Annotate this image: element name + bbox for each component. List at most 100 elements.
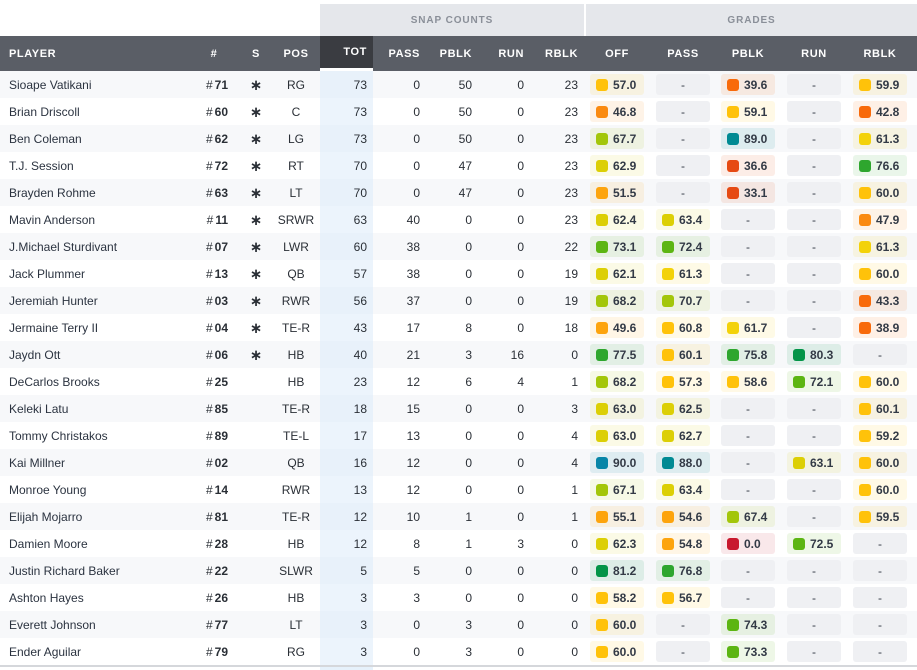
col-header-number[interactable]: # xyxy=(207,36,221,71)
position: LWR xyxy=(283,239,309,254)
col-header-starter[interactable]: S xyxy=(248,36,264,71)
player-name[interactable]: Tommy Christakos xyxy=(9,422,108,449)
table-row[interactable]: Everett Johnson #77 LT 3 0 3 0 0 60.0 - 74… xyxy=(0,611,917,638)
grade-pblk: - xyxy=(721,209,775,230)
col-header-snap-pblk[interactable]: PBLK xyxy=(430,36,472,71)
grade-run: - xyxy=(787,317,841,338)
grade-value: 61.3 xyxy=(679,266,703,281)
table-row[interactable]: Keleki Latu #85 TE-R 18 15 0 0 3 63.0 62.… xyxy=(0,395,917,422)
player-name[interactable]: Brian Driscoll xyxy=(9,98,80,125)
grade-pass: - xyxy=(656,155,710,176)
col-header-grade-pblk[interactable]: PBLK xyxy=(721,36,775,71)
player-name[interactable]: Mavin Anderson xyxy=(9,206,95,233)
player-name[interactable]: Keleki Latu xyxy=(9,395,68,422)
table-row[interactable]: Ender Aguilar #79 RG 3 0 3 0 0 60.0 - 73.3… xyxy=(0,638,917,665)
col-header-grade-run[interactable]: RUN xyxy=(787,36,841,71)
player-name[interactable]: Monroe Young xyxy=(9,476,86,503)
table-row[interactable]: Brayden Rohme #63 ∗ LT 70 0 47 0 23 51.5… xyxy=(0,179,917,206)
player-name[interactable]: Kai Millner xyxy=(9,449,65,476)
snap-rblk: 19 xyxy=(564,266,578,281)
grade-value: 74.3 xyxy=(744,617,768,632)
player-name[interactable]: Damien Moore xyxy=(9,530,88,557)
grade-pblk: 0.0 xyxy=(721,533,775,554)
player-name[interactable]: Jeremiah Hunter xyxy=(9,287,98,314)
grade-run: - xyxy=(787,155,841,176)
table-row[interactable]: Elijah Mojarro #81 TE-R 12 10 1 0 1 55.1… xyxy=(0,503,917,530)
table-row[interactable]: Damien Moore #28 HB 12 8 1 3 0 62.3 54.8 0… xyxy=(0,530,917,557)
hash-symbol: # xyxy=(205,428,213,443)
grade-color-swatch-icon xyxy=(596,429,608,442)
starter-icon xyxy=(248,557,264,584)
table-row[interactable]: Sioape Vatikani #71 ∗ RG 73 0 50 0 23 57… xyxy=(0,71,917,98)
snap-rblk: 1 xyxy=(571,509,578,524)
col-header-tot[interactable]: TOT xyxy=(320,36,373,71)
grade-off: 63.0 xyxy=(590,425,644,446)
column-group-headers: SNAP COUNTS GRADES xyxy=(0,4,917,36)
hash-symbol: # xyxy=(205,374,213,389)
jersey-number: #28 xyxy=(190,530,228,557)
hash-symbol: # xyxy=(205,77,213,92)
hash-symbol: # xyxy=(205,104,213,119)
snap-total: 16 xyxy=(320,449,373,476)
starter-icon: ∗ xyxy=(249,265,263,283)
player-name[interactable]: Brayden Rohme xyxy=(9,179,96,206)
player-name[interactable]: Elijah Mojarro xyxy=(9,503,82,530)
jersey-number: #63 xyxy=(190,179,228,206)
col-header-grade-pass[interactable]: PASS xyxy=(656,36,710,71)
table-row[interactable]: Kai Millner #02 QB 16 12 0 0 4 90.0 88.0 -… xyxy=(0,449,917,476)
table-row[interactable]: Brian Driscoll #60 ∗ C 73 0 50 0 23 46.8… xyxy=(0,98,917,125)
table-row[interactable]: DeCarlos Brooks #25 HB 23 12 6 4 1 68.2 5… xyxy=(0,368,917,395)
grade-value: 73.1 xyxy=(613,239,637,254)
col-header-grade-off[interactable]: OFF xyxy=(590,36,644,71)
col-header-snap-run[interactable]: RUN xyxy=(482,36,524,71)
player-name[interactable]: Jermaine Terry II xyxy=(9,314,98,341)
player-name[interactable]: DeCarlos Brooks xyxy=(9,368,100,395)
jersey-number-value: 85 xyxy=(214,401,228,416)
player-name[interactable]: Jack Plummer xyxy=(9,260,85,287)
grade-color-swatch-icon xyxy=(596,591,608,604)
grade-pblk: 36.6 xyxy=(721,155,775,176)
hash-symbol: # xyxy=(205,482,213,497)
col-header-player[interactable]: PLAYER xyxy=(9,36,56,71)
grade-value: 33.1 xyxy=(744,185,768,200)
jersey-number-value: 07 xyxy=(214,239,228,254)
table-row[interactable]: Ben Coleman #62 ∗ LG 73 0 50 0 23 67.7 - 8… xyxy=(0,125,917,152)
table-row[interactable]: Jeremiah Hunter #03 ∗ RWR 56 37 0 0 19 6… xyxy=(0,287,917,314)
grade-value: 61.7 xyxy=(744,320,768,335)
grade-rblk: 76.6 xyxy=(853,155,907,176)
col-header-snap-rblk[interactable]: RBLK xyxy=(530,36,578,71)
grade-value: 61.3 xyxy=(876,131,900,146)
table-row[interactable]: Mavin Anderson #11 ∗ SRWR 63 40 0 0 23 6… xyxy=(0,206,917,233)
table-row[interactable]: Jermaine Terry II #04 ∗ TE-R 43 17 8 0 1… xyxy=(0,314,917,341)
grade-run: - xyxy=(787,182,841,203)
table-row[interactable]: Monroe Young #14 RWR 13 12 0 0 1 67.1 63.… xyxy=(0,476,917,503)
hash-symbol: # xyxy=(205,320,213,335)
grade-color-swatch-icon xyxy=(662,456,674,469)
player-name[interactable]: Ben Coleman xyxy=(9,125,82,152)
col-header-grade-rblk[interactable]: RBLK xyxy=(853,36,907,71)
table-row[interactable]: Jaydn Ott #06 ∗ HB 40 21 3 16 0 77.5 60.1… xyxy=(0,341,917,368)
player-name[interactable]: T.J. Session xyxy=(9,152,74,179)
hash-symbol: # xyxy=(205,617,213,632)
player-name[interactable]: Sioape Vatikani xyxy=(9,71,92,98)
table-row[interactable]: T.J. Session #72 ∗ RT 70 0 47 0 23 62.9 -… xyxy=(0,152,917,179)
col-header-pos[interactable]: POS xyxy=(276,36,316,71)
col-header-snap-pass[interactable]: PASS xyxy=(378,36,420,71)
player-name[interactable]: Everett Johnson xyxy=(9,611,96,638)
player-name[interactable]: Ender Aguilar xyxy=(9,638,81,665)
table-row[interactable]: Ashton Hayes #26 HB 3 3 0 0 0 58.2 56.7- -… xyxy=(0,584,917,611)
player-name[interactable]: Jaydn Ott xyxy=(9,341,60,368)
table-row[interactable]: Justin Richard Baker #22 SLWR 5 5 0 0 0 … xyxy=(0,557,917,584)
table-row[interactable]: Jack Plummer #13 ∗ QB 57 38 0 0 19 62.1 6… xyxy=(0,260,917,287)
snap-pass: 3 xyxy=(413,590,420,605)
grade-pblk: 58.6 xyxy=(721,371,775,392)
grade-value: 56.7 xyxy=(679,590,703,605)
player-name[interactable]: J.Michael Sturdivant xyxy=(9,233,117,260)
player-name[interactable]: Ashton Hayes xyxy=(9,584,84,611)
grade-pass: 62.5 xyxy=(656,398,710,419)
table-row[interactable]: J.Michael Sturdivant #07 ∗ LWR 60 38 0 0… xyxy=(0,233,917,260)
snap-total: 3 xyxy=(320,611,373,638)
table-row[interactable]: Tommy Christakos #89 TE-L 17 13 0 0 4 63… xyxy=(0,422,917,449)
player-name[interactable]: Justin Richard Baker xyxy=(9,557,120,584)
snap-run: 0 xyxy=(517,293,524,308)
